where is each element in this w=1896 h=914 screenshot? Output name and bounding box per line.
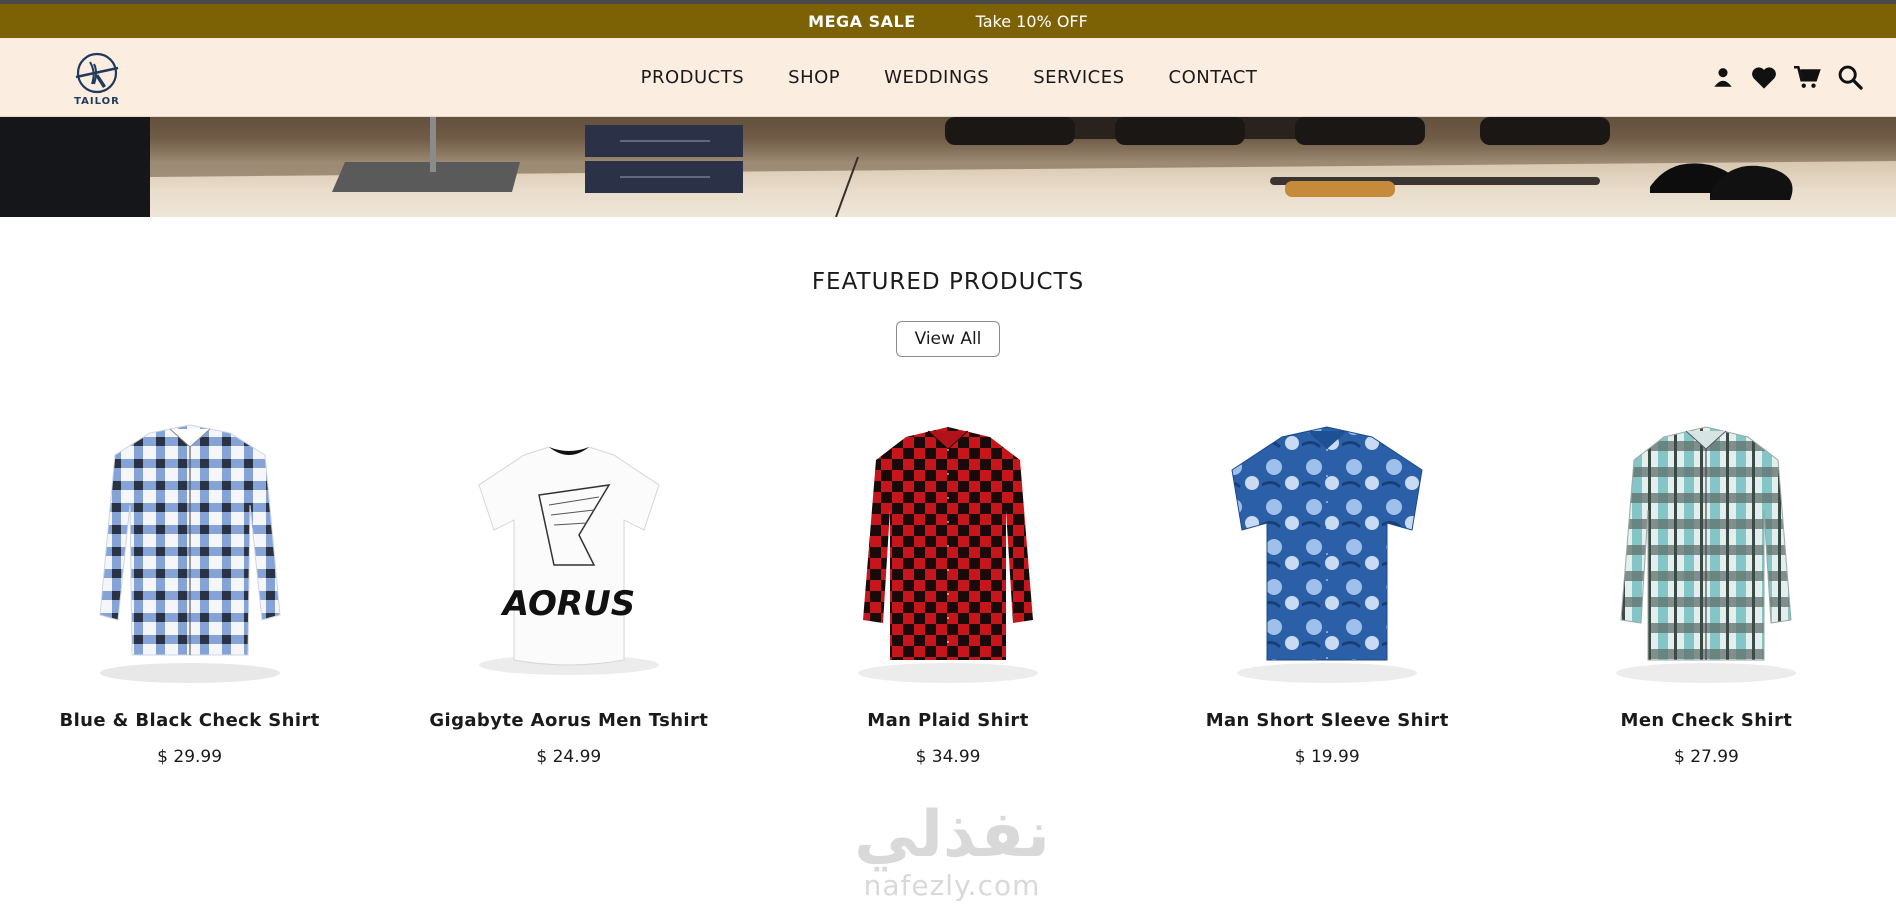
product-image[interactable]: [758, 410, 1137, 690]
tshirt-print-text: AORUS: [500, 584, 635, 624]
search-icon[interactable]: [1836, 63, 1864, 91]
nav-shop[interactable]: SHOP: [788, 67, 840, 88]
nav-icons: [1710, 38, 1864, 116]
product-card[interactable]: Men Check Shirt $ 27.99: [1517, 410, 1896, 767]
featured-section: FEATURED PRODUCTS View All: [0, 217, 1896, 357]
product-name[interactable]: Blue & Black Check Shirt: [0, 710, 379, 731]
product-price: $ 29.99: [157, 747, 223, 767]
heart-icon[interactable]: [1750, 64, 1778, 90]
watermark-arabic: نفذلي: [854, 798, 1050, 872]
nav-services[interactable]: SERVICES: [1033, 67, 1124, 88]
product-name[interactable]: Men Check Shirt: [1517, 710, 1896, 731]
user-icon[interactable]: [1710, 64, 1736, 90]
product-image[interactable]: [1138, 410, 1517, 690]
product-card[interactable]: AORUS Gigabyte Aorus Men Tshirt $ 24.99: [379, 410, 758, 767]
floral-short-sleeve-image: [1231, 426, 1423, 683]
product-card[interactable]: Blue & Black Check Shirt $ 29.99: [0, 410, 379, 767]
product-card[interactable]: Man Plaid Shirt $ 34.99: [758, 410, 1137, 767]
promo-offer-label: Take 10% OFF: [975, 11, 1088, 31]
watermark-latin: nafezly.com: [863, 869, 1041, 902]
check-shirt-teal-image: [1616, 426, 1797, 683]
product-price: $ 19.99: [1294, 747, 1360, 767]
nav-products[interactable]: PRODUCTS: [641, 67, 745, 88]
product-price: $ 27.99: [1673, 747, 1739, 767]
promo-bar: MEGA SALE Take 10% OFF: [0, 4, 1896, 38]
check-shirt-blue-image: [99, 424, 281, 683]
product-price: $ 24.99: [536, 747, 602, 767]
nav-weddings[interactable]: WEDDINGS: [884, 67, 989, 88]
navbar: TAILOR PRODUCTS SHOP WEDDINGS SERVICES C…: [0, 38, 1896, 117]
plaid-shirt-red-image: [858, 427, 1038, 683]
featured-title: FEATURED PRODUCTS: [811, 269, 1085, 295]
product-name[interactable]: Man Plaid Shirt: [758, 710, 1137, 731]
hero-banner-image: [0, 117, 1896, 217]
tshirt-aorus-image: AORUS: [478, 446, 660, 675]
product-grid: Blue & Black Check Shirt $ 29.99 AORUS G…: [0, 410, 1896, 767]
product-image[interactable]: [0, 410, 379, 690]
product-image[interactable]: [1517, 410, 1896, 690]
cart-icon[interactable]: [1792, 64, 1822, 90]
product-price: $ 34.99: [915, 747, 981, 767]
product-name[interactable]: Man Short Sleeve Shirt: [1138, 710, 1517, 731]
hero-banner: [0, 117, 1896, 217]
product-image[interactable]: AORUS: [379, 410, 758, 690]
view-all-button[interactable]: View All: [895, 321, 1001, 357]
product-name[interactable]: Gigabyte Aorus Men Tshirt: [379, 710, 758, 731]
main-nav: PRODUCTS SHOP WEDDINGS SERVICES CONTACT: [0, 38, 1896, 116]
product-card[interactable]: Man Short Sleeve Shirt $ 19.99: [1138, 410, 1517, 767]
nav-contact[interactable]: CONTACT: [1169, 67, 1258, 88]
watermark: نفذلي nafezly.com: [842, 800, 1062, 914]
promo-sale-label: MEGA SALE: [808, 11, 916, 31]
